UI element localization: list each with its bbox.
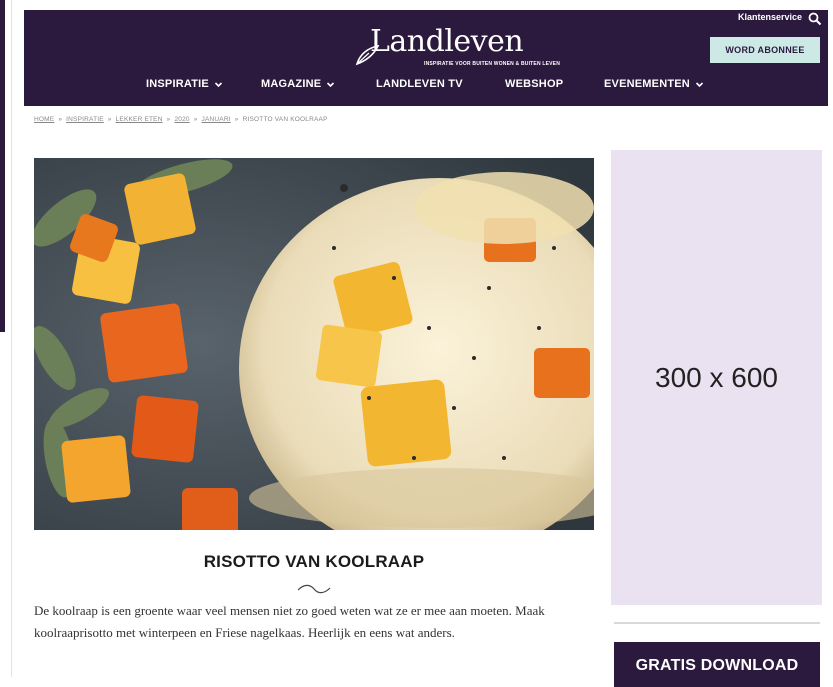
article-title: RISOTTO VAN KOOLRAAP bbox=[203, 552, 425, 571]
breadcrumb-link[interactable]: JANUARI bbox=[202, 116, 231, 123]
breadcrumb: HOME» INSPIRATIE» LEKKER ETEN» 2020» JANUARI… bbox=[34, 116, 328, 123]
breadcrumb-separator: » bbox=[193, 116, 198, 123]
site-header: Landleven INSPIRATIE VOOR BUITEN WONEN &… bbox=[24, 10, 828, 106]
breadcrumb-separator: » bbox=[166, 116, 171, 123]
breadcrumb-current: RISOTTO VAN KOOLRAAP bbox=[242, 116, 328, 123]
site-logo[interactable]: Landleven INSPIRATIE VOOR BUITEN WONEN &… bbox=[354, 24, 594, 74]
nav-item-label: INSPIRATIE bbox=[146, 78, 209, 90]
nav-item-evenementen[interactable]: EVENEMENTEN bbox=[604, 78, 704, 90]
chevron-down-icon bbox=[327, 81, 335, 87]
divider-swirl-icon bbox=[297, 584, 331, 594]
breadcrumb-link[interactable]: LEKKER ETEN bbox=[116, 116, 163, 123]
logo-wordmark: Landleven bbox=[370, 24, 524, 59]
breadcrumb-link[interactable]: HOME bbox=[34, 116, 54, 123]
chevron-down-icon bbox=[214, 81, 222, 87]
main-nav: INSPIRATIE MAGAZINE LANDLEVEN TV WEBSHOP… bbox=[24, 78, 828, 98]
breadcrumb-link[interactable]: INSPIRATIE bbox=[66, 116, 104, 123]
article-intro: De koolraap is een groente waar veel men… bbox=[34, 603, 545, 640]
free-download-button[interactable]: GRATIS DOWNLOAD bbox=[614, 642, 820, 687]
nav-item-magazine[interactable]: MAGAZINE bbox=[261, 78, 335, 90]
breadcrumb-separator: » bbox=[58, 116, 63, 123]
subscribe-button[interactable]: WORD ABONNEE bbox=[710, 37, 820, 63]
customer-service-link[interactable]: Klantenservice bbox=[738, 12, 802, 22]
nav-item-label: WEBSHOP bbox=[505, 78, 564, 90]
left-page-strip bbox=[0, 0, 12, 677]
sidebar-divider bbox=[614, 622, 820, 624]
chevron-down-icon bbox=[695, 81, 704, 87]
breadcrumb-separator: » bbox=[107, 116, 112, 123]
ad-placeholder[interactable]: 300 x 600 bbox=[611, 150, 822, 605]
left-dark-bar bbox=[0, 0, 5, 332]
left-divider bbox=[11, 0, 12, 677]
risotto-photo bbox=[34, 158, 594, 530]
breadcrumb-separator: » bbox=[234, 116, 239, 123]
nav-item-label: EVENEMENTEN bbox=[604, 78, 690, 90]
nav-item-inspiratie[interactable]: INSPIRATIE bbox=[146, 78, 223, 90]
nav-item-landleven-tv[interactable]: LANDLEVEN TV bbox=[376, 78, 463, 90]
article-hero-image bbox=[34, 158, 594, 530]
nav-item-webshop[interactable]: WEBSHOP bbox=[505, 78, 563, 90]
breadcrumb-link[interactable]: 2020 bbox=[174, 116, 189, 123]
ad-size-label: 300 x 600 bbox=[655, 361, 778, 393]
page-frame: Landleven INSPIRATIE VOOR BUITEN WONEN &… bbox=[24, 10, 828, 687]
nav-item-label: MAGAZINE bbox=[261, 78, 322, 90]
search-icon[interactable] bbox=[808, 12, 822, 26]
nav-item-label: LANDLEVEN TV bbox=[376, 78, 463, 90]
logo-tagline: INSPIRATIE VOOR BUITEN WONEN & BUITEN LE… bbox=[424, 61, 561, 67]
